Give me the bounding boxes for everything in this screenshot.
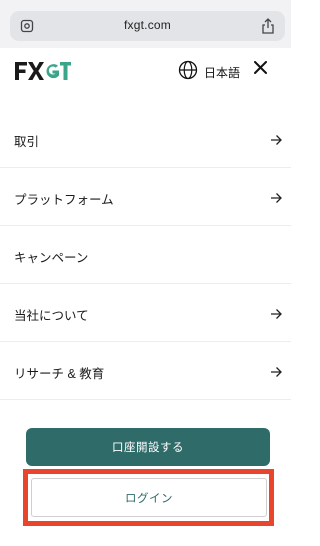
url-text: fxgt.com — [124, 18, 171, 32]
menu-item-label: キャンペーン — [14, 251, 89, 265]
menu-item-label: リサーチ & 教育 — [14, 367, 105, 381]
close-icon — [253, 61, 267, 79]
menu-item-research[interactable]: リサーチ & 教育 — [0, 342, 291, 400]
share-icon[interactable] — [259, 17, 277, 35]
arrow-right-icon — [270, 133, 282, 145]
language-selector[interactable]: 日本語 — [178, 60, 241, 85]
menu-item-label: 取引 — [14, 135, 40, 149]
arrow-right-icon — [270, 307, 282, 319]
open-account-button[interactable]: 口座開設する — [26, 428, 270, 466]
site-header: 日本語 — [0, 48, 291, 98]
menu-item-trading[interactable]: 取引 — [0, 110, 291, 168]
login-button[interactable]: ログイン — [31, 478, 267, 517]
globe-icon — [178, 60, 198, 85]
fxgt-logo[interactable] — [14, 60, 72, 82]
close-menu-button[interactable] — [249, 59, 271, 81]
menu-item-label: プラットフォーム — [14, 193, 114, 207]
arrow-right-icon — [270, 365, 282, 377]
language-label: 日本語 — [204, 65, 241, 80]
url-field[interactable]: fxgt.com — [10, 11, 285, 41]
menu-item-platform[interactable]: プラットフォーム — [0, 168, 291, 226]
browser-address-bar: fxgt.com — [0, 0, 291, 48]
menu-item-about[interactable]: 当社について — [0, 284, 291, 342]
menu-item-label: 当社について — [14, 309, 89, 323]
arrow-right-icon — [270, 191, 282, 203]
menu-item-campaign[interactable]: キャンペーン — [0, 226, 291, 284]
